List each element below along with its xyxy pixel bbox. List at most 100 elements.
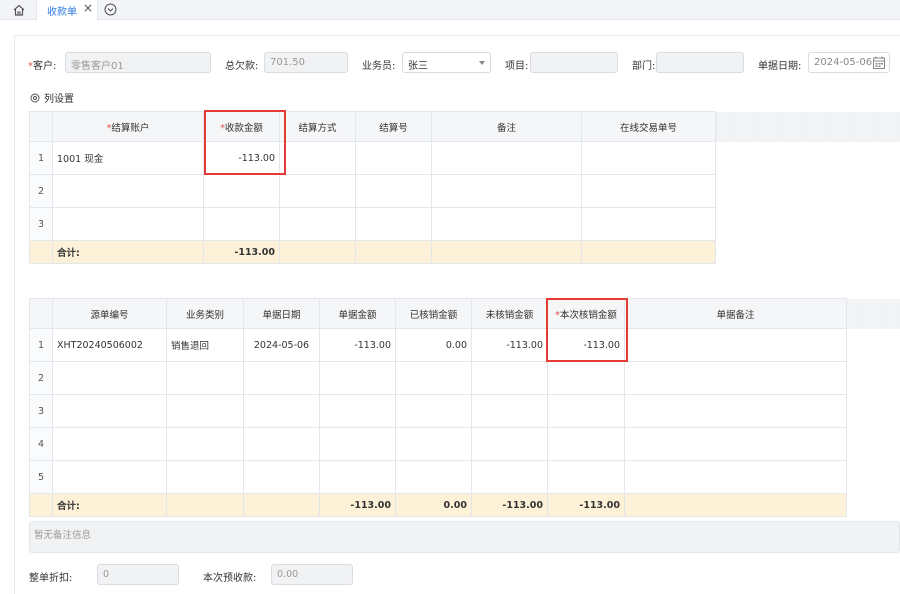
cell-src-no[interactable]: XHT20240506002 <box>52 328 167 362</box>
cell-written-off <box>395 361 472 395</box>
row-number: 1 <box>29 141 53 175</box>
header-doc-remark: 单据备注 <box>624 298 847 329</box>
cell-method[interactable] <box>279 207 356 241</box>
cell-date <box>243 394 320 428</box>
cell-unwritten <box>471 460 548 494</box>
cell-this-writeoff[interactable]: -113.00 <box>547 328 625 362</box>
cell-biz-type <box>166 427 244 461</box>
chevron-down-circle-icon[interactable] <box>104 3 117 16</box>
header-src-no: 源单编号 <box>52 298 167 329</box>
cell-doc-remark[interactable] <box>624 427 847 461</box>
cell-account[interactable] <box>52 174 204 208</box>
total-written-off: 0.00 <box>395 493 472 517</box>
cell-online-no[interactable] <box>581 141 716 175</box>
row-number: 3 <box>29 394 53 428</box>
tab-bar: 收款单 × <box>0 0 900 20</box>
cell-written-off: 0.00 <box>395 328 472 362</box>
cell-account[interactable]: 1001 现金 <box>52 141 204 175</box>
total-doc-amount: -113.00 <box>319 493 396 517</box>
cell-settle-no[interactable] <box>355 141 432 175</box>
cell-doc-amount <box>319 460 396 494</box>
prepay-field[interactable]: 0.00 <box>271 564 353 585</box>
cell-settle-no[interactable] <box>355 174 432 208</box>
cell-date <box>243 361 320 395</box>
cell-settle-no[interactable] <box>355 207 432 241</box>
department-label: 部门: <box>632 61 656 72</box>
cell-biz-type <box>166 361 244 395</box>
cell-date: 2024-05-06 <box>243 328 320 362</box>
project-label: 项目: <box>505 61 529 72</box>
table-row: 3 <box>29 394 900 428</box>
tab-label: 收款单 <box>47 7 77 18</box>
total-unwritten: -113.00 <box>471 493 548 517</box>
total-due-field: 701.50 <box>264 52 348 73</box>
discount-field[interactable]: 0 <box>97 564 179 585</box>
header-method: 结算方式 <box>279 111 356 142</box>
close-icon[interactable]: × <box>83 1 93 15</box>
cell-this-writeoff[interactable] <box>547 361 625 395</box>
cell-doc-amount <box>319 361 396 395</box>
cell-this-writeoff[interactable] <box>547 394 625 428</box>
doc-date-field[interactable]: 2024-05-06 <box>808 52 890 73</box>
cell-date <box>243 460 320 494</box>
header-amount: *收款金额 <box>203 111 280 142</box>
remark-area[interactable]: 暂无备注信息 <box>29 521 900 553</box>
cell-doc-remark[interactable] <box>624 361 847 395</box>
home-icon[interactable] <box>10 2 28 18</box>
cell-doc-remark[interactable] <box>624 328 847 362</box>
table-row: 1 XHT20240506002 销售退回 2024-05-06 -113.00… <box>29 328 900 362</box>
total-this-writeoff: -113.00 <box>547 493 625 517</box>
row-number: 4 <box>29 427 53 461</box>
cell-online-no[interactable] <box>581 207 716 241</box>
cell-amount[interactable] <box>203 207 280 241</box>
cell-remark[interactable] <box>431 207 582 241</box>
cell-amount[interactable]: -113.00 <box>203 141 280 175</box>
table-row: 2 <box>29 174 900 208</box>
total-row: 合计: -113.00 0.00 -113.00 -113.00 <box>29 493 900 517</box>
cell-this-writeoff[interactable] <box>547 427 625 461</box>
cell-date <box>243 427 320 461</box>
table-row: 4 <box>29 427 900 461</box>
row-number: 2 <box>29 174 53 208</box>
header-filler <box>846 298 900 329</box>
column-settings-button[interactable]: 列设置 <box>30 90 74 105</box>
department-field[interactable] <box>656 52 744 73</box>
cell-unwritten <box>471 394 548 428</box>
cell-this-writeoff[interactable] <box>547 460 625 494</box>
cell-remark[interactable] <box>431 141 582 175</box>
header-online-no: 在线交易单号 <box>581 111 716 142</box>
cell-doc-remark[interactable] <box>624 394 847 428</box>
cell-src-no[interactable] <box>52 427 167 461</box>
tab-receipt[interactable]: 收款单 × <box>36 0 98 20</box>
cell-method[interactable] <box>279 141 356 175</box>
table-row: 5 <box>29 460 900 494</box>
cell-online-no[interactable] <box>581 174 716 208</box>
source-header-row: 源单编号 业务类别 单据日期 单据金额 已核销金额 未核销金额 *本次核销金额 … <box>29 298 900 329</box>
cell-src-no[interactable] <box>52 460 167 494</box>
cell-src-no[interactable] <box>52 394 167 428</box>
cell-unwritten <box>471 361 548 395</box>
cell-src-no[interactable] <box>52 361 167 395</box>
calendar-icon[interactable] <box>873 56 885 69</box>
cell-method[interactable] <box>279 174 356 208</box>
cell-doc-remark[interactable] <box>624 460 847 494</box>
total-row: 合计: -113.00 <box>29 240 900 264</box>
cell-written-off <box>395 394 472 428</box>
cell-biz-type <box>166 394 244 428</box>
cell-amount[interactable] <box>203 174 280 208</box>
header-unwritten: 未核销金额 <box>471 298 548 329</box>
cell-account[interactable] <box>52 207 204 241</box>
receipt-grid: *结算账户 *收款金额 结算方式 结算号 备注 在线交易单号 1 1001 现金… <box>29 111 900 264</box>
header-date: 单据日期 <box>243 298 320 329</box>
cell-doc-amount: -113.00 <box>319 328 396 362</box>
header-settle-no: 结算号 <box>355 111 432 142</box>
project-field[interactable] <box>530 52 618 73</box>
source-grid: 源单编号 业务类别 单据日期 单据金额 已核销金额 未核销金额 *本次核销金额 … <box>29 298 900 517</box>
customer-field[interactable]: 零售客户01 <box>65 52 211 73</box>
prepay-label: 本次预收款: <box>203 573 257 584</box>
total-amount: -113.00 <box>203 240 280 264</box>
cell-written-off <box>395 460 472 494</box>
cell-remark[interactable] <box>431 174 582 208</box>
cell-biz-type <box>166 460 244 494</box>
salesperson-select[interactable]: 张三 <box>402 52 491 73</box>
